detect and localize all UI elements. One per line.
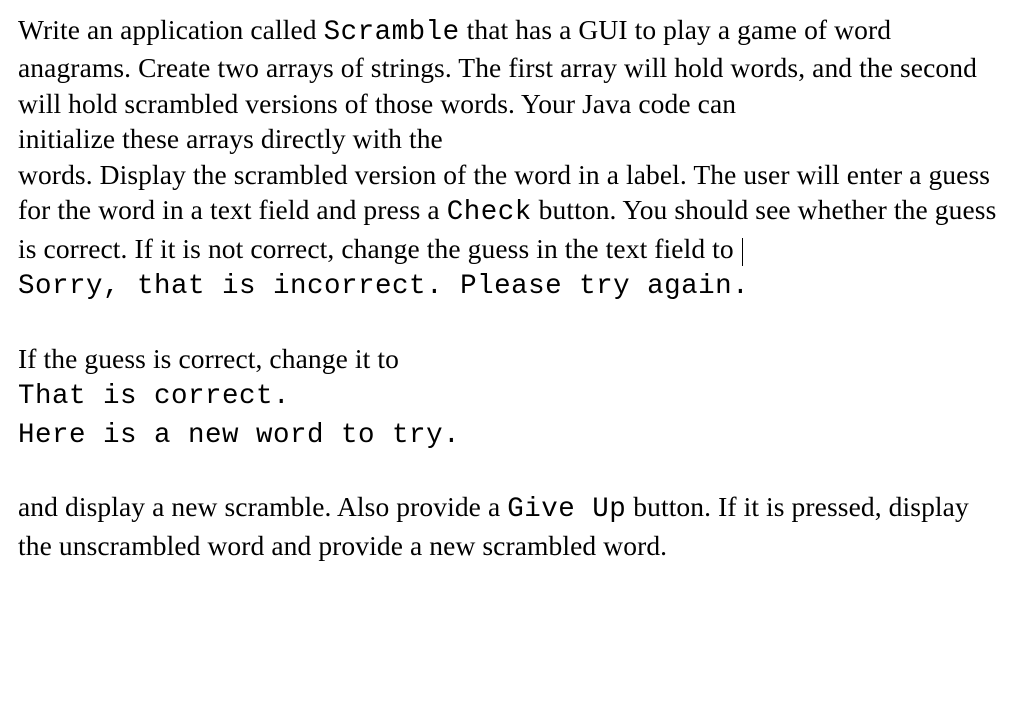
code-correct-message-1: That is correct. (18, 381, 290, 412)
text: and display a new scramble. Also provide… (18, 491, 507, 522)
text: If the guess is correct, change it to (18, 343, 399, 374)
code-check: Check (447, 197, 532, 228)
code-correct-message-2: Here is a new word to try. (18, 420, 460, 451)
paragraph-3: and display a new scramble. Also provide… (18, 489, 1006, 563)
paragraph-1: Write an application called Scramble tha… (18, 12, 1006, 305)
text-cursor-icon (742, 238, 743, 266)
text: Write an application called (18, 14, 324, 45)
code-scramble: Scramble (324, 17, 460, 48)
paragraph-2: If the guess is correct, change it to Th… (18, 341, 1006, 453)
text: initialize these arrays directly with th… (18, 123, 443, 154)
code-giveup: Give Up (507, 494, 626, 525)
code-incorrect-message: Sorry, that is incorrect. Please try aga… (18, 271, 749, 302)
